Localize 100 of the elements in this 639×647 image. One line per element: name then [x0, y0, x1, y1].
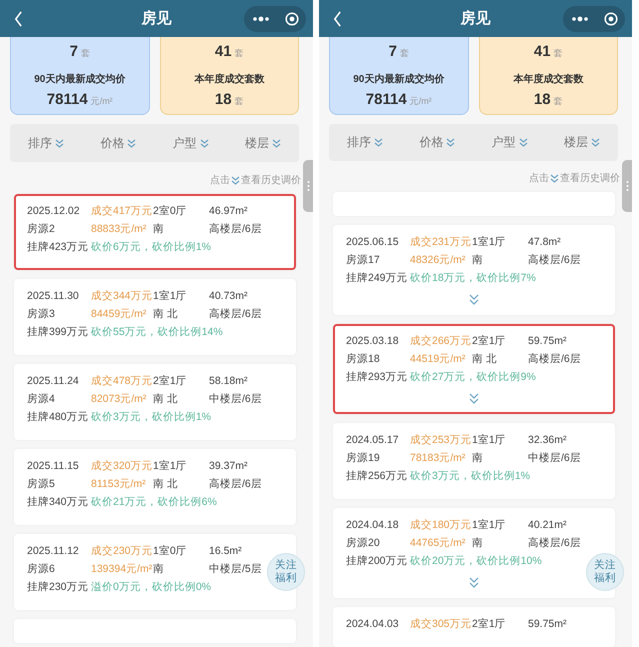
stat-unit: 套: [554, 95, 563, 108]
record-card[interactable]: 2025.12.02 成交417万元2室0厅 46.97m² 房源2 88833元/m² 南 高楼层/6层 挂牌423万元 砍价6万元，砍价比例1%: [14, 194, 296, 270]
room-layout: 1室1厅: [153, 460, 188, 473]
room-layout: 1室1厅: [472, 434, 507, 447]
orientation: 南 北: [153, 393, 179, 406]
back-icon[interactable]: [333, 10, 342, 26]
room-layout: 1室1厅: [472, 236, 507, 249]
listing-price: 挂牌423万元: [27, 241, 90, 254]
stat-unit: 套: [234, 47, 244, 60]
listing-name: 房源2: [27, 223, 56, 236]
orientation: 南: [472, 537, 484, 550]
floor-level: 高楼层/6层: [528, 537, 582, 550]
floor-area: 39.37m²: [209, 460, 283, 473]
floor-area: 40.21m²: [528, 519, 602, 532]
deal-date: 2025.11.15: [27, 460, 80, 473]
floor-area: 32.36m²: [528, 434, 602, 447]
unit-price: 78183元/m²: [410, 452, 466, 465]
floor-area: 59.75m²: [528, 618, 602, 631]
expand-icon[interactable]: [469, 577, 479, 588]
double-chevron-icon: [518, 138, 528, 147]
side-handle[interactable]: [622, 160, 632, 212]
stat-unit: 套: [554, 47, 563, 60]
close-target-icon[interactable]: [284, 12, 298, 26]
stat-value: 18: [214, 91, 232, 108]
more-icon[interactable]: [252, 16, 270, 22]
filter-dropdown[interactable]: 楼层: [560, 132, 604, 153]
filter-dropdown[interactable]: 排序: [343, 132, 388, 153]
double-chevron-icon: [590, 138, 600, 147]
record-card[interactable]: 2025.06.15 成交231万元1室1厅 47.8m² 房源17 48326元/m² 南 高楼层/6层 挂牌249万元 砍价18万元，砍价比例7%: [333, 225, 615, 315]
stat-value: 41: [214, 43, 232, 60]
deal-date: 2024.04.03: [346, 618, 400, 631]
discount-text: 砍价21万元，砍价比例6%: [91, 496, 217, 509]
stat-value: 18: [534, 91, 551, 108]
orientation: 南 北: [472, 353, 498, 366]
unit-price: 88833元/m²: [91, 223, 148, 236]
listing-name: 房源18: [346, 353, 381, 366]
floor-area: 46.97m²: [209, 205, 283, 218]
unit-price: 44519元/m²: [410, 353, 466, 366]
hint-text[interactable]: 查看历史调价: [241, 173, 301, 187]
stat-label: 本年度成交套数: [513, 72, 584, 86]
listing-name: 房源19: [346, 452, 381, 465]
stat-value: 41: [534, 43, 551, 60]
double-chevron-icon: [446, 138, 456, 147]
room-layout: 1室1厅: [472, 519, 507, 532]
expand-icon[interactable]: [469, 294, 479, 305]
discount-text: 砍价20万元，砍价比例10%: [410, 555, 542, 568]
side-handle[interactable]: [303, 160, 313, 212]
record-card[interactable]: 2025.11.24 成交478万元2室1厅 58.18m² 房源4 82073元/m² 南 北 中楼层/6层 挂牌480万元 砍价3万元，砍价比例1%: [14, 364, 296, 440]
floor-level: 高楼层/6层: [528, 353, 582, 366]
listing-price: 挂牌230万元: [27, 581, 90, 594]
stat-value: 7: [388, 43, 397, 60]
discount-text: 砍价3万元，砍价比例1%: [91, 411, 212, 424]
filter-dropdown[interactable]: 户型: [168, 132, 213, 154]
record-card[interactable]: 2025.03.18 成交266万元2室1厅 59.75m² 房源18 44519元/m² 南 北 高楼层/6层 挂牌293万元 砍价27万元，砍价比例9%: [333, 324, 615, 414]
more-icon[interactable]: [570, 16, 588, 22]
deal-price: 成交231万元: [410, 236, 472, 249]
deal-price: 成交230万元: [91, 545, 153, 558]
back-icon[interactable]: [14, 10, 23, 26]
discount-text: 砍价3万元，砍价比例1%: [410, 470, 530, 483]
filter-dropdown[interactable]: 价格: [415, 132, 460, 153]
record-card[interactable]: 2025.11.15 成交320万元1室1厅 39.37m² 房源5 81153元/m² 南 北 高楼层/6层 挂牌340万元 砍价21万元，砍价比例6%: [14, 449, 296, 525]
record-card[interactable]: 2025.11.30 成交344万元1室1厅 40.73m² 房源3 84459元/m² 南 北 高楼层/6层 挂牌399万元 砍价55万元，砍价比例14%: [14, 279, 296, 355]
record-card[interactable]: 2024.04.03 成交305万元2室1厅 59.75m²: [333, 607, 615, 647]
deal-date: 2025.03.18: [346, 335, 400, 348]
unit-price: 139394元/m²: [91, 563, 153, 576]
close-target-icon[interactable]: [604, 12, 618, 26]
listing-price: 挂牌399万元: [27, 326, 90, 339]
stat-value: 78114: [46, 91, 88, 108]
room-layout: 2室1厅: [153, 375, 188, 388]
orientation: 南: [472, 452, 484, 465]
deal-price: 成交478万元: [91, 375, 153, 388]
hint-text[interactable]: 查看历史调价: [560, 171, 620, 186]
stat-unit: 套: [234, 95, 244, 108]
filter-dropdown[interactable]: 户型: [488, 132, 532, 153]
record-card[interactable]: 2024.05.17 成交253万元1室1厅 32.36m² 房源19 78183元/m² 南 中楼层/6层 挂牌256万元 砍价3万元，砍价比例1%: [333, 423, 615, 499]
double-chevron-icon: [55, 138, 64, 148]
room-layout: 2室1厅: [472, 335, 507, 348]
deal-price: 成交266万元: [410, 335, 472, 348]
unit-price: 82073元/m²: [91, 393, 148, 406]
listing-price: 挂牌480万元: [27, 411, 90, 424]
discount-text: 砍价18万元，砍价比例7%: [410, 272, 536, 285]
floor-area: 40.73m²: [209, 290, 283, 303]
deal-date: 2024.05.17: [346, 434, 400, 447]
listing-price: 挂牌256万元: [346, 470, 409, 483]
double-chevron-icon: [550, 174, 559, 183]
discount-text: 砍价27万元，砍价比例9%: [410, 371, 536, 384]
stat-unit: 元/m²: [90, 95, 113, 108]
floor-level: 中楼层/5层: [209, 563, 263, 576]
unit-price: 48326元/m²: [410, 254, 466, 267]
stat-value: 78114: [366, 91, 407, 108]
listing-name: 房源6: [27, 563, 56, 576]
listing-price: 挂牌340万元: [27, 496, 90, 509]
hint-text: 点击: [529, 172, 549, 186]
floor-area: 58.18m²: [209, 375, 283, 388]
filter-dropdown[interactable]: 楼层: [240, 132, 285, 154]
expand-icon[interactable]: [469, 393, 479, 404]
deal-price: 成交305万元: [410, 618, 472, 631]
filter-dropdown[interactable]: 排序: [24, 132, 68, 154]
filter-dropdown[interactable]: 价格: [96, 132, 140, 154]
deal-date: 2025.11.30: [27, 290, 80, 303]
